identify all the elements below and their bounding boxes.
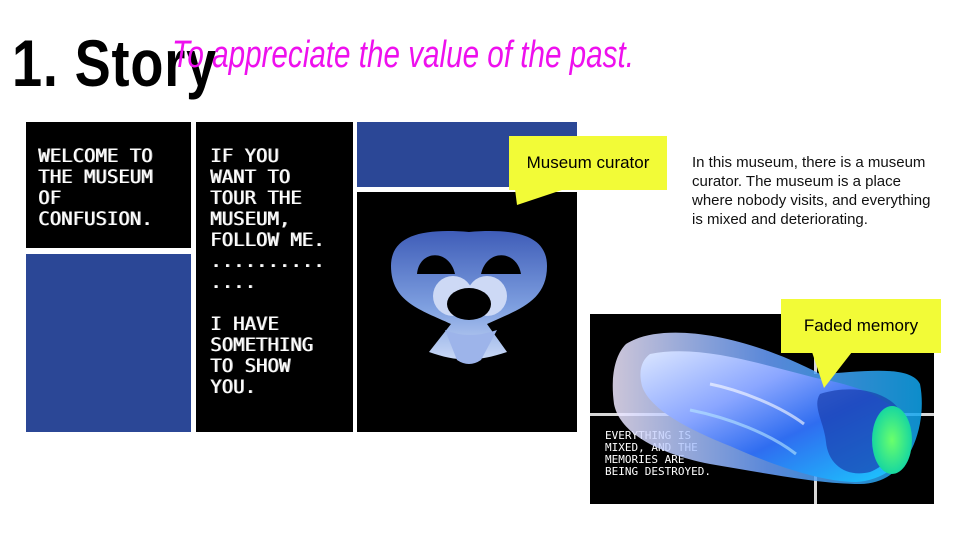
story-description: In this museum, there is a museum curato… — [692, 154, 931, 228]
comic-panel-follow: IF YOU WANT TO TOUR THE MUSEUM, FOLLOW M… — [196, 122, 353, 432]
curator-callout-pointer — [515, 189, 565, 205]
comic-panel-follow-text: IF YOU WANT TO TOUR THE MUSEUM, FOLLOW M… — [210, 145, 325, 398]
memory-callout: Faded memory — [781, 299, 941, 353]
memory-callout-pointer — [812, 352, 852, 388]
comic-panel-welcome: WELCOME TO THE MUSEUM OF CONFUSION. — [26, 122, 191, 248]
curator-callout: Museum curator — [509, 136, 667, 190]
comic-panel-blue-left — [26, 254, 191, 432]
comic-strip: WELCOME TO THE MUSEUM OF CONFUSION. IF Y… — [26, 122, 577, 432]
slide-subtitle: To appreciate the value of the past. — [172, 34, 634, 76]
comic-panel-curator — [357, 192, 577, 432]
comic-panel-welcome-text: WELCOME TO THE MUSEUM OF CONFUSION. — [38, 145, 153, 230]
curator-face-icon — [391, 231, 547, 364]
